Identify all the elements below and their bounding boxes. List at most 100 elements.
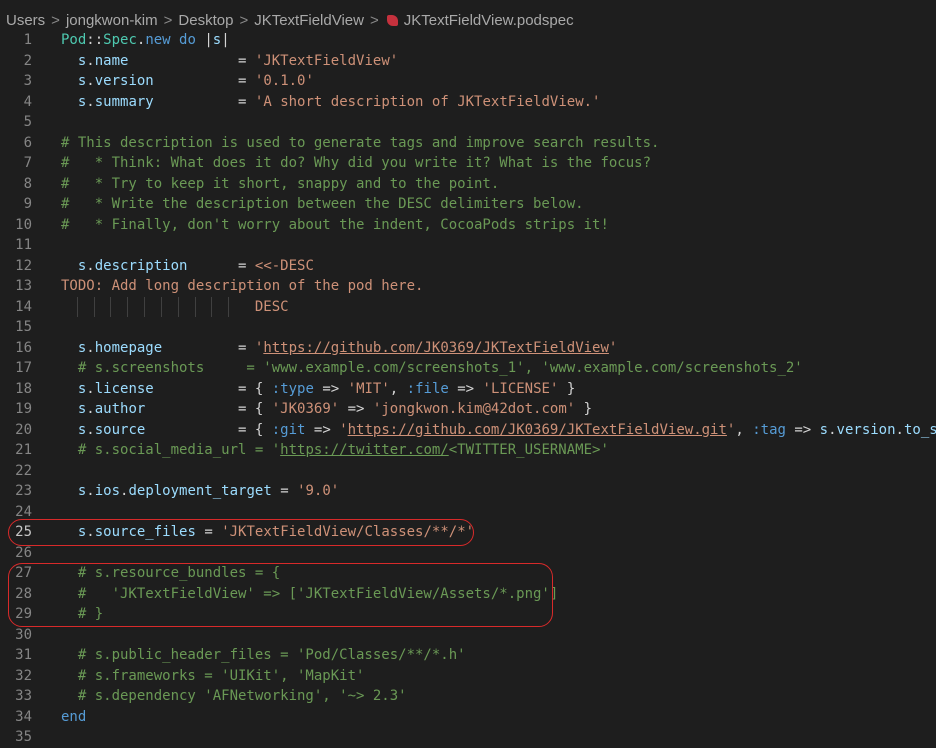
code-line-7[interactable]: 7 # * Think: What does it do? Why did you… [0,153,936,174]
line-number: 23 [15,483,32,499]
code-line-4[interactable]: 4 s.summary = 'A short description of JK… [0,92,936,113]
code-token: ' [339,421,348,438]
code-text: s.ios.deployment_target = '9.0' [61,481,339,502]
code-line-16[interactable]: 16 s.homepage = 'https://github.com/JK03… [0,338,936,359]
code-line-21[interactable]: 21 # s.social_media_url = 'https://twitt… [0,440,936,461]
code-token: . [86,421,95,438]
code-token: # s.resource_bundles = { [61,565,281,581]
code-line-18[interactable]: 18 s.license = { :type => 'MIT', :file =… [0,379,936,400]
code-token: , [735,421,753,438]
code-line-33[interactable]: 33 # s.dependency 'AFNetworking', '~> 2.… [0,686,936,707]
code-line-8[interactable]: 8 # * Try to keep it short, snappy and to… [0,174,936,195]
code-line-3[interactable]: 3 s.version = '0.1.0' [0,71,936,92]
code-text: # This description is used to generate t… [61,133,659,154]
code-line-20[interactable]: 20 s.source = { :git => 'https://github.… [0,420,936,441]
code-line-30[interactable]: 30 [0,625,936,646]
code-token: # This description is used to generate t… [61,134,660,151]
code-token: } [575,401,593,417]
code-token: Pod [61,32,87,48]
code-line-35[interactable]: 35 [0,727,936,748]
code-text: # s.resource_bundles = { [61,563,280,584]
indent-guide [161,297,162,317]
code-token: = [271,483,298,499]
code-line-2[interactable]: 2 s.name = 'JKTextFieldView' [0,51,936,72]
code-line-1[interactable]: 1 Pod::Spec.new do |s| [0,30,936,51]
code-line-17[interactable]: 17 # s.screenshots = 'www.example.com/sc… [0,358,936,379]
breadcrumb-item-user[interactable]: jongkwon-kim [66,12,158,29]
code-token: DESC [61,298,289,315]
line-number: 12 [15,257,32,274]
code-token: to_s [903,421,936,438]
code-line-19[interactable]: 19 s.author = { 'JK0369' => 'jongkwon.ki… [0,399,936,420]
code-line-23[interactable]: 23 s.ios.deployment_target = '9.0' [0,481,936,502]
code-token: , [389,380,407,397]
code-token: new [145,32,171,48]
code-token: 'MIT' [347,380,390,397]
code-editor[interactable]: 1 Pod::Spec.new do |s| 2 s.name = 'JKTextF… [0,30,936,748]
code-token: source [94,421,146,438]
line-number: 1 [23,32,32,48]
code-token: 'jongkwon.kim@42dot.com' [372,401,576,417]
breadcrumb-item-users[interactable]: Users [6,12,45,29]
code-token: | [221,32,230,48]
code-text: s.source = { :git => 'https://github.com… [61,420,936,441]
code-token: # s.screenshots = 'www.example.com/scree… [61,360,803,376]
code-line-13[interactable]: 13 TODO: Add long description of the pod … [0,276,936,297]
indent-guide [144,297,145,317]
line-number: 6 [23,134,32,151]
breadcrumb-item-folder[interactable]: JKTextFieldView [254,12,364,29]
code-line-31[interactable]: 31 # s.public_header_files = 'Pod/Classe… [0,645,936,666]
code-token: = { [153,380,272,397]
code-line-22[interactable]: 22 [0,461,936,482]
code-line-28[interactable]: 28 # 'JKTextFieldView' => ['JKTextFieldV… [0,584,936,605]
breadcrumb-item-file[interactable]: JKTextFieldView.podspec [404,12,574,29]
code-token: '0.1.0' [254,73,314,89]
code-token: } [558,380,576,397]
code-line-25[interactable]: 25 s.source_files = 'JKTextFieldView/Cla… [0,522,936,543]
code-token: TODO: Add long description of the pod he… [61,278,424,294]
code-token: # * Finally, don't worry about the inden… [61,216,609,233]
code-token: = [128,52,255,69]
code-token: . [86,339,95,356]
breadcrumb-item-desktop[interactable]: Desktop [178,12,233,29]
code-line-34[interactable]: 34 end [0,707,936,728]
code-line-26[interactable]: 26 [0,543,936,564]
code-line-6[interactable]: 6 # This description is used to generate … [0,133,936,154]
code-line-24[interactable]: 24 [0,502,936,523]
chevron-right-icon: > [239,11,249,29]
code-line-29[interactable]: 29 # } [0,604,936,625]
code-token: | [195,32,213,48]
code-line-12[interactable]: 12 s.description = <<-DESC [0,256,936,277]
code-token: summary [94,93,154,110]
line-number: 18 [15,380,32,397]
code-token: 'A short description of JKTextFieldView.… [254,93,601,110]
code-text: # * Finally, don't worry about the inden… [61,215,609,236]
indent-guide [77,297,78,317]
code-line-9[interactable]: 9 # * Write the description between the D… [0,194,936,215]
code-line-15[interactable]: 15 [0,317,936,338]
code-token: :tag [752,421,786,438]
code-line-10[interactable]: 10 # * Finally, don't worry about the ind… [0,215,936,236]
code-token: 'JKTextFieldView/Classes/**/*' [221,524,475,540]
line-number: 27 [15,565,32,581]
code-token: # } [61,606,104,622]
code-line-5[interactable]: 5 [0,112,936,133]
code-token: ' [608,339,618,356]
code-token: <TWITTER_USERNAME>' [448,442,609,458]
code-token: . [86,524,95,540]
code-text: s.summary = 'A short description of JKTe… [61,92,601,113]
code-line-14[interactable]: 14 DESC [0,297,936,318]
line-number: 33 [15,688,32,704]
code-line-32[interactable]: 32 # s.frameworks = 'UIKit', 'MapKit' [0,666,936,687]
code-line-27[interactable]: 27 # s.resource_bundles = { [0,563,936,584]
code-line-11[interactable]: 11 [0,235,936,256]
code-token: . [86,401,95,417]
indent-guide [178,297,179,317]
code-text: # * Think: What does it do? Why did you … [61,153,651,174]
indent-guide [228,297,229,317]
line-number: 31 [15,647,32,663]
